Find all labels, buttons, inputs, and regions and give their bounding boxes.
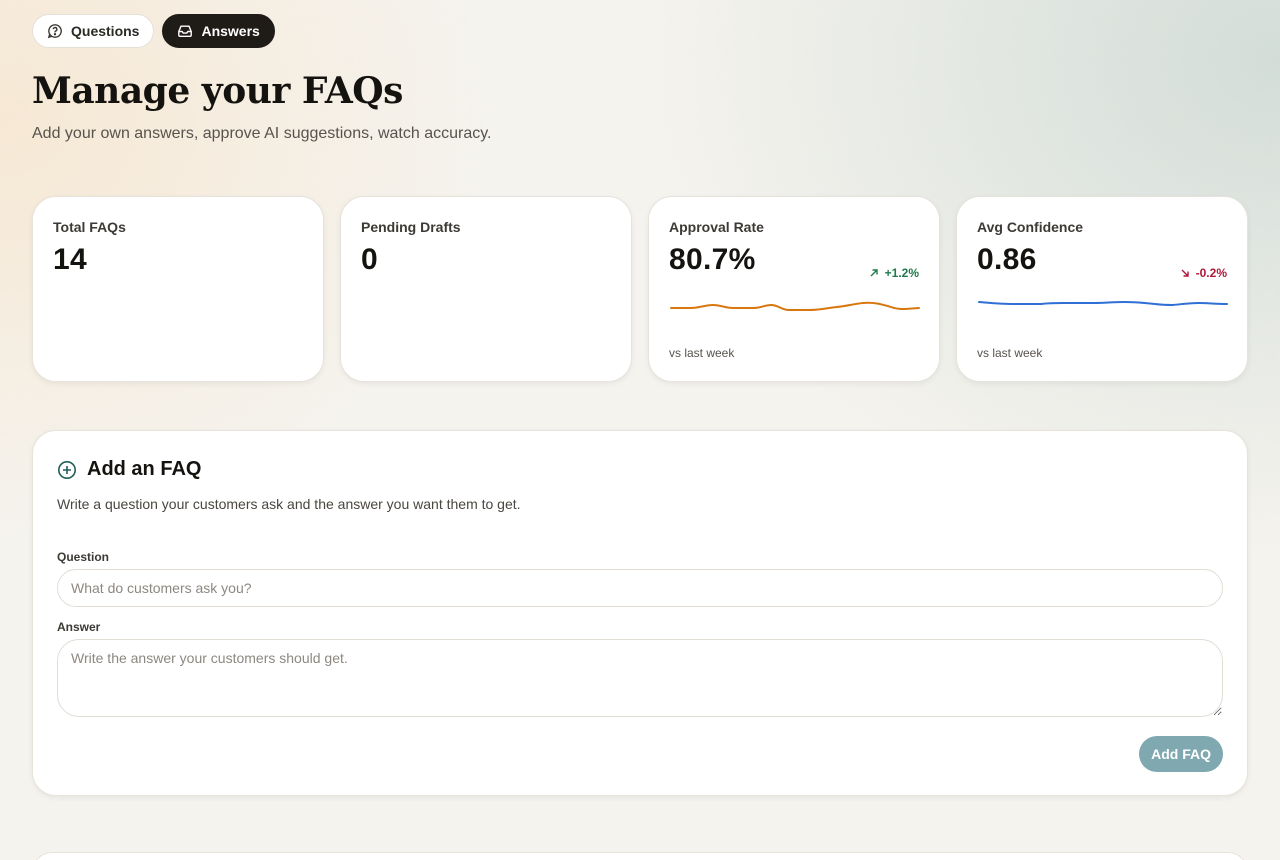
question-input[interactable] [57,569,1223,607]
stat-value: 0 [361,243,378,276]
page-subtitle: Add your own answers, approve AI suggest… [32,125,492,142]
tab-answers[interactable]: Answers [162,14,275,48]
answer-textarea[interactable] [57,639,1223,717]
view-tabs: Questions Answers [32,14,275,48]
inbox-icon [178,25,193,37]
page-title: Manage your FAQs [32,70,403,112]
stat-label: Total FAQs [53,219,126,235]
delta-value: -0.2% [1195,266,1227,280]
tab-questions[interactable]: Questions [32,14,155,48]
stat-label: Pending Drafts [361,219,461,235]
approval-sparkline [670,301,920,311]
add-faq-button[interactable]: Add FAQ [1139,736,1223,772]
delta-value: +1.2% [884,266,919,280]
arrow-up-right-icon [870,269,878,277]
next-section-card [32,852,1248,860]
confidence-sparkline [978,300,1228,307]
sparkline-path [670,301,920,311]
arrow-down-right-icon [1181,269,1189,277]
stat-card-total-faqs: Total FAQs 14 [32,196,324,382]
stat-footnote: vs last week [669,346,735,360]
stat-card-avg-confidence: Avg Confidence 0.86 -0.2% vs last week [956,196,1248,382]
question-label: Question [57,550,110,564]
stat-card-pending-drafts: Pending Drafts 0 [340,196,632,382]
delta-badge: +1.2% [869,266,919,280]
add-faq-description: Write a question your customers ask and … [57,496,521,512]
delta-badge: -0.2% [1180,266,1227,280]
plus-circle-icon [58,460,76,479]
stat-footnote: vs last week [977,346,1043,360]
stat-label: Approval Rate [669,219,764,235]
tab-answers-label: Answers [201,23,260,39]
add-faq-title: Add an FAQ [87,458,202,480]
tab-questions-label: Questions [71,23,140,39]
answer-label: Answer [57,620,101,634]
add-faq-card: Add an FAQ Write a question your custome… [32,430,1248,796]
sparkline-path [978,300,1228,307]
stat-card-approval-rate: Approval Rate 80.7% +1.2% vs last week [648,196,940,382]
stat-value: 14 [53,243,87,276]
stats-row: Total FAQs 14 Pending Drafts 0 Approval … [32,196,1248,382]
question-circle-icon [47,24,62,39]
add-faq-header: Add an FAQ [57,458,201,481]
stat-label: Avg Confidence [977,219,1084,235]
